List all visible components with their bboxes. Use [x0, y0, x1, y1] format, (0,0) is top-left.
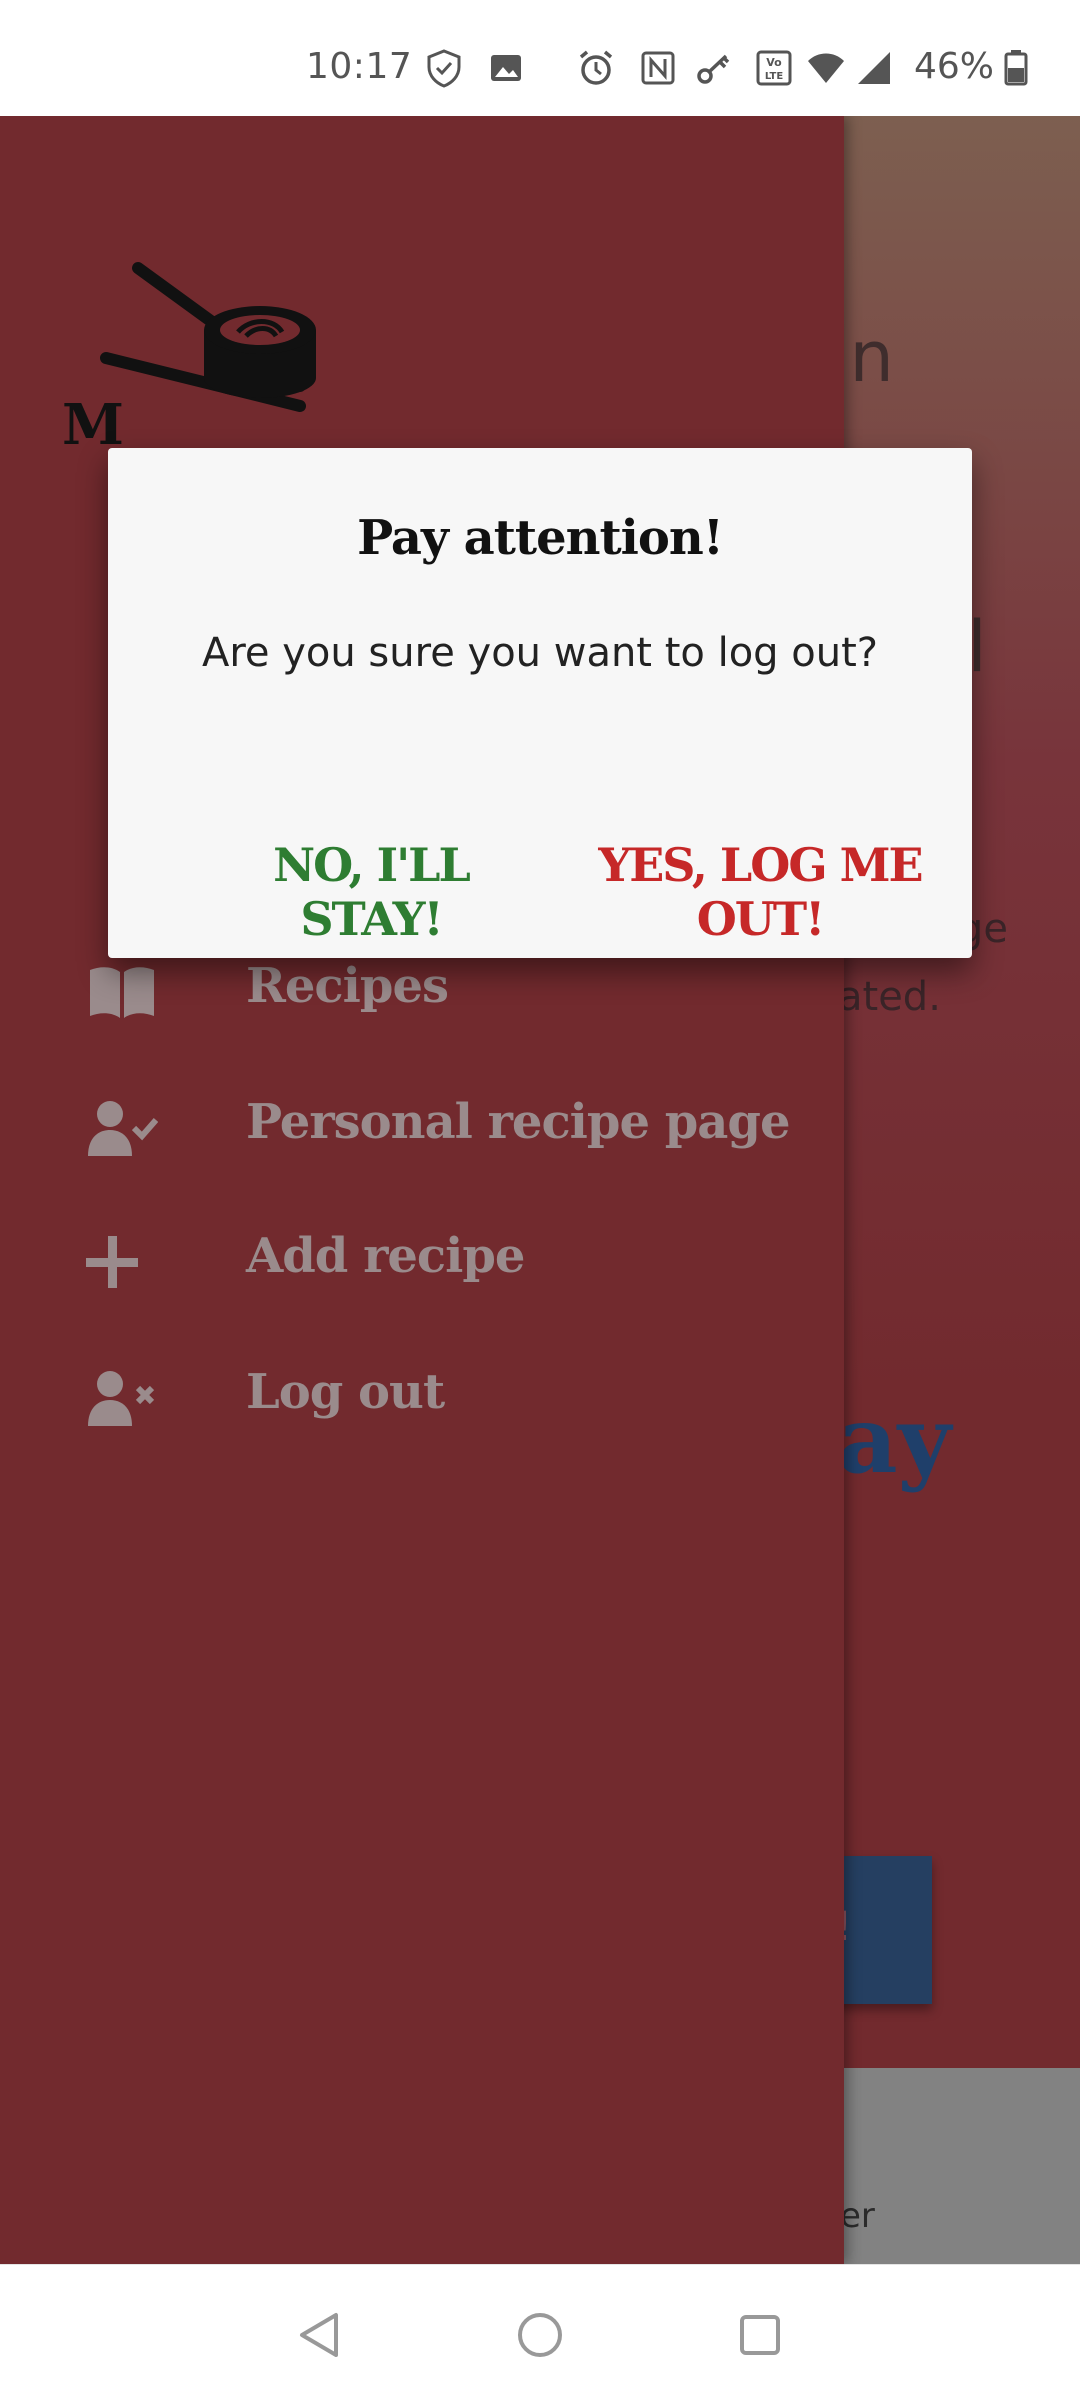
dialog-title: Pay attention!	[357, 510, 724, 566]
back-icon[interactable]	[292, 2305, 352, 2365]
svg-text:Vo: Vo	[766, 56, 782, 69]
nfc-icon	[641, 51, 675, 85]
drawer-item-log-out[interactable]: Log out	[0, 1342, 844, 1452]
battery-icon	[1004, 50, 1028, 86]
recents-icon[interactable]	[730, 2305, 790, 2365]
bg-action-button: !	[832, 1856, 932, 2004]
wifi-icon	[808, 53, 844, 83]
shield-check-icon	[427, 49, 461, 88]
drawer-item-label: Personal recipe page	[246, 1094, 790, 1150]
key-icon	[697, 54, 730, 84]
home-icon[interactable]	[510, 2305, 570, 2365]
user-times-icon	[88, 1371, 155, 1426]
drawer-item-label: Add recipe	[246, 1228, 525, 1284]
bg-footer: er	[832, 2068, 1080, 2264]
book-icon	[90, 967, 154, 1018]
bg-footer-text: er	[840, 2196, 875, 2236]
status-time: 10:17	[306, 46, 413, 87]
app-content: in nal his page ated. ay ! er M Recipes	[0, 116, 1080, 2264]
bg-text-line: ated.	[838, 974, 941, 1020]
drawer-item-personal-recipe-page[interactable]: Personal recipe page	[0, 1072, 844, 1182]
battery-percentage: 46%	[914, 46, 995, 87]
status-bar: 10:17 Vo LTE 46%	[0, 0, 1080, 116]
plus-icon	[86, 1236, 138, 1288]
drawer-item-add-recipe[interactable]: Add recipe	[0, 1206, 844, 1316]
confirm-logout-button[interactable]: YES, LOG ME OUT!	[578, 838, 942, 946]
bg-accent-text: ay	[838, 1386, 952, 1494]
drawer-item-label: Log out	[246, 1364, 445, 1420]
volte-icon: Vo LTE	[756, 50, 792, 86]
alarm-icon	[579, 50, 613, 85]
dialog-message: Are you sure you want to log out?	[201, 630, 879, 676]
drawer-item-label: Recipes	[246, 958, 449, 1014]
user-check-icon	[88, 1101, 158, 1156]
svg-text:LTE: LTE	[765, 71, 784, 82]
signal-icon	[858, 52, 890, 84]
image-icon	[491, 55, 521, 81]
stay-button[interactable]: NO, I'LL STAY!	[236, 838, 506, 946]
system-navigation-bar	[0, 2264, 1080, 2401]
logout-confirm-dialog: Pay attention! Are you sure you want to …	[108, 448, 972, 958]
navigation-drawer: M Recipes Personal recipe page Add recip…	[0, 116, 844, 2264]
